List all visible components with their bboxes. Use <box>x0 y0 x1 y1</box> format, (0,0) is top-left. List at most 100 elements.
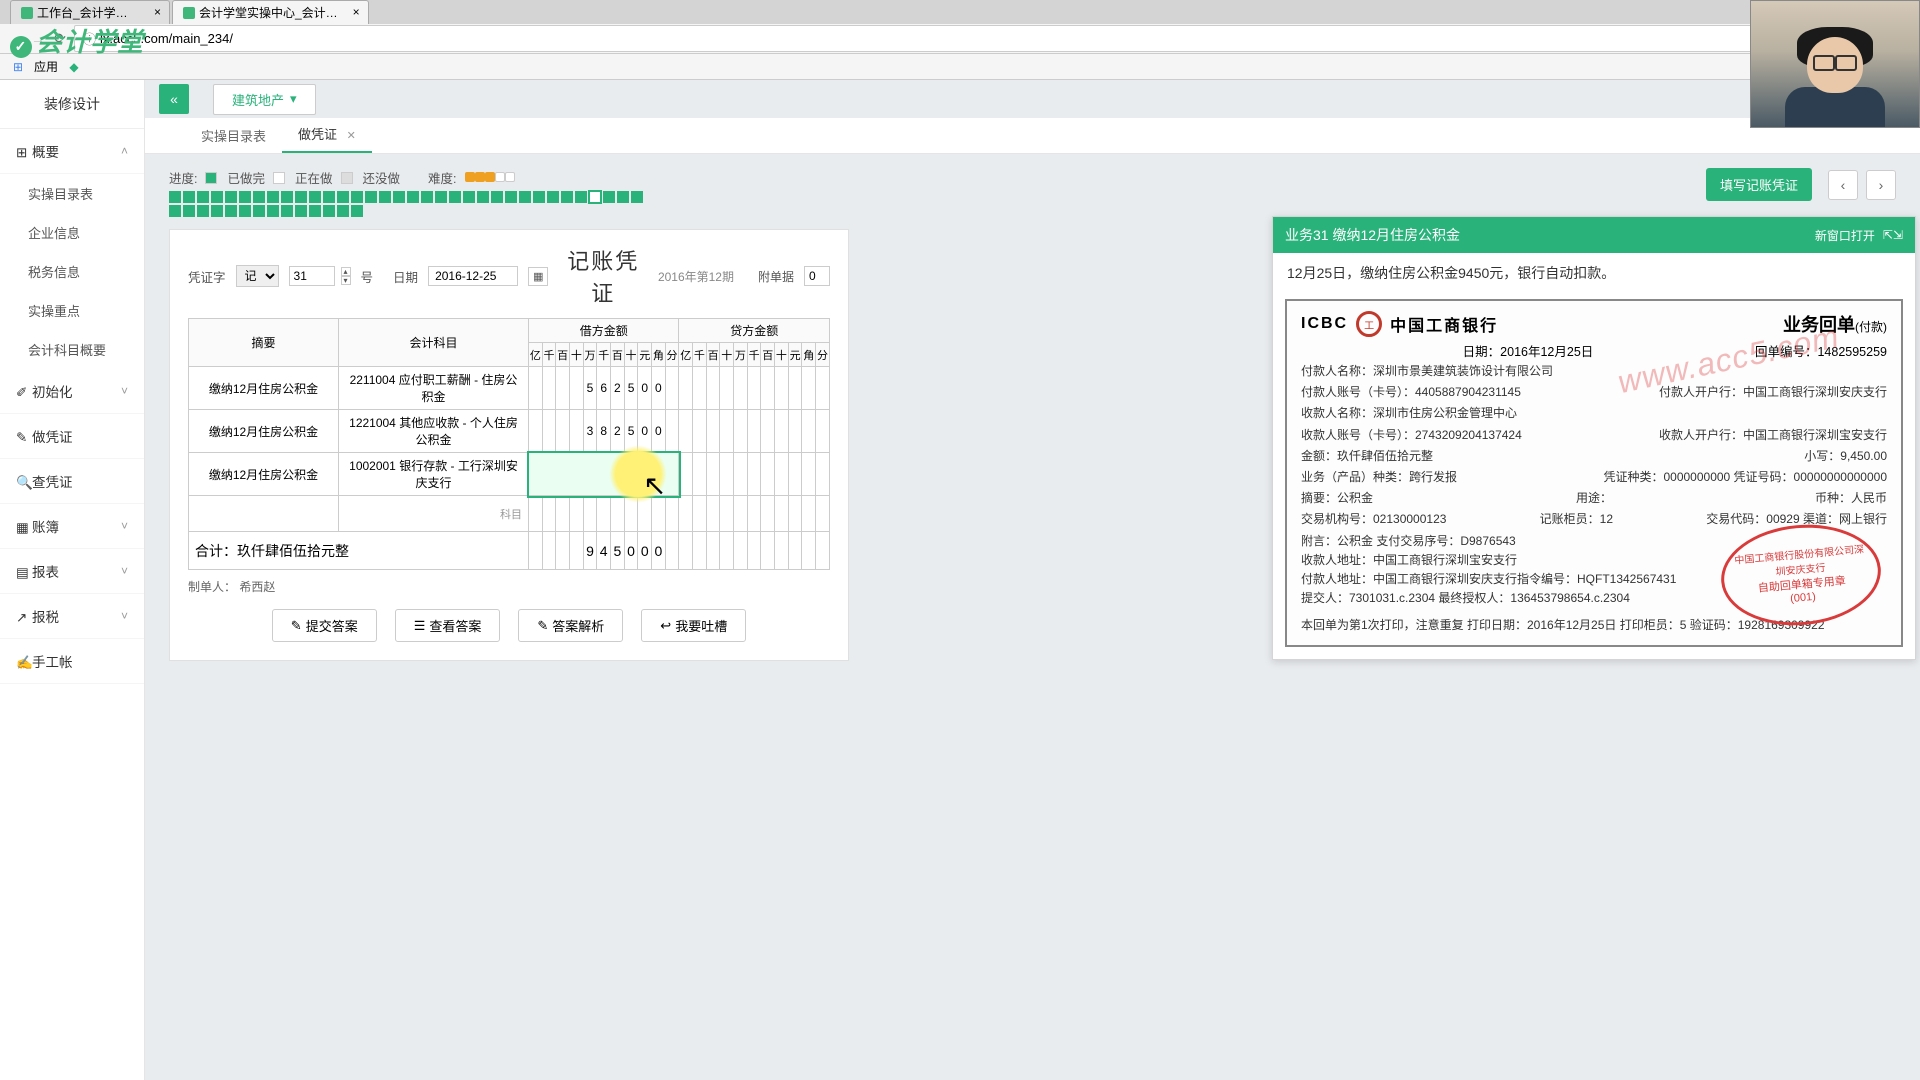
progress-square[interactable] <box>589 191 601 203</box>
digit-cell[interactable] <box>611 496 625 532</box>
digit-cell[interactable] <box>583 496 597 532</box>
digit-cell[interactable]: 0 <box>652 367 666 410</box>
digit-cell[interactable] <box>706 410 720 453</box>
account-cell[interactable]: 2211004 应付职工薪酬 - 住房公积金 <box>339 367 529 410</box>
progress-square[interactable] <box>561 191 573 203</box>
progress-square[interactable] <box>547 191 559 203</box>
sidebar-item-queryvoucher[interactable]: 🔍查凭证 <box>0 459 144 504</box>
digit-cell[interactable] <box>597 496 611 532</box>
digit-cell[interactable]: 2 <box>611 410 625 453</box>
digit-cell[interactable]: 5 <box>583 367 597 410</box>
digit-cell[interactable] <box>679 367 693 410</box>
digit-cell[interactable] <box>556 410 570 453</box>
digit-cell[interactable] <box>542 410 556 453</box>
digit-cell[interactable] <box>679 410 693 453</box>
progress-square[interactable] <box>309 191 321 203</box>
sidebar-sub-catalog[interactable]: 实操目录表 <box>0 174 144 213</box>
account-cell[interactable]: 1221004 其他应收款 - 个人住房公积金 <box>339 410 529 453</box>
progress-square[interactable] <box>295 205 307 217</box>
browser-tab-2[interactable]: 会计学堂实操中心_会计… × <box>172 0 369 24</box>
sidebar-item-makevoucher[interactable]: ✎做凭证 <box>0 414 144 459</box>
browser-tab-1[interactable]: 工作台_会计学… × <box>10 0 170 24</box>
progress-square[interactable] <box>169 191 181 203</box>
bookmark-item-icon[interactable]: ◆ <box>66 59 82 75</box>
digit-cell[interactable] <box>556 496 570 532</box>
digit-cell[interactable]: 5 <box>624 367 638 410</box>
progress-square[interactable] <box>169 205 181 217</box>
collapse-sidebar-button[interactable]: « <box>159 84 189 114</box>
digit-cell[interactable] <box>747 410 761 453</box>
progress-square[interactable] <box>603 191 615 203</box>
sidebar-item-manual[interactable]: ✍手工帐 <box>0 639 144 684</box>
digit-cell[interactable] <box>734 496 748 532</box>
progress-square[interactable] <box>225 205 237 217</box>
bookmark-apps[interactable]: 应用 <box>34 58 58 75</box>
progress-square[interactable] <box>421 191 433 203</box>
digit-cell[interactable] <box>761 496 775 532</box>
progress-square[interactable] <box>365 191 377 203</box>
progress-square[interactable] <box>519 191 531 203</box>
sidebar-sub-company[interactable]: 企业信息 <box>0 213 144 252</box>
fill-voucher-button[interactable]: 填写记账凭证 <box>1706 168 1812 201</box>
digit-cell[interactable] <box>775 367 789 410</box>
digit-cell[interactable] <box>761 367 775 410</box>
progress-square[interactable] <box>533 191 545 203</box>
sidebar-sub-tax[interactable]: 税务信息 <box>0 252 144 291</box>
digit-cell[interactable] <box>747 367 761 410</box>
digit-cell[interactable] <box>706 453 720 496</box>
digit-cell[interactable] <box>720 496 734 532</box>
progress-square[interactable] <box>323 205 335 217</box>
digit-cell[interactable] <box>693 453 707 496</box>
summary-cell[interactable]: 缴纳12月住房公积金 <box>189 453 339 496</box>
tab-catalog[interactable]: 实操目录表 <box>185 118 282 153</box>
digit-cell[interactable] <box>775 410 789 453</box>
apps-icon[interactable]: ⊞ <box>10 59 26 75</box>
sidebar-item-ledger[interactable]: ▦账簿 ˅ <box>0 504 144 549</box>
digit-cell[interactable] <box>706 496 720 532</box>
sidebar-item-report[interactable]: ▤报表 ˅ <box>0 549 144 594</box>
tab-voucher[interactable]: 做凭证 ✕ <box>282 116 372 153</box>
progress-square[interactable] <box>239 191 251 203</box>
progress-square[interactable] <box>225 191 237 203</box>
category-dropdown[interactable]: 建筑地产 ▾ <box>213 84 316 115</box>
digit-cell[interactable] <box>788 453 802 496</box>
digit-cell[interactable] <box>556 367 570 410</box>
progress-square[interactable] <box>253 191 265 203</box>
attach-input[interactable] <box>804 266 830 286</box>
digit-cell[interactable] <box>734 367 748 410</box>
num-spinner[interactable]: ▴▾ <box>341 267 351 285</box>
digit-cell[interactable] <box>570 496 584 532</box>
submit-answer-button[interactable]: ✎提交答案 <box>272 609 377 642</box>
digit-cell[interactable]: 3 <box>583 410 597 453</box>
progress-square[interactable] <box>337 205 349 217</box>
digit-cell[interactable] <box>816 367 830 410</box>
close-icon[interactable]: × <box>353 5 360 19</box>
digit-cell[interactable] <box>816 410 830 453</box>
voucher-num-input[interactable] <box>289 266 335 286</box>
digit-cell[interactable] <box>665 367 679 410</box>
progress-square[interactable] <box>351 205 363 217</box>
digit-cell[interactable] <box>679 453 693 496</box>
sidebar-sub-keypoints[interactable]: 实操重点 <box>0 291 144 330</box>
digit-cell[interactable] <box>775 453 789 496</box>
progress-square[interactable] <box>309 205 321 217</box>
expand-icon[interactable]: ⇱⇲ <box>1883 228 1903 242</box>
prev-button[interactable]: ‹ <box>1828 170 1858 200</box>
progress-square[interactable] <box>379 191 391 203</box>
digit-cell[interactable] <box>542 367 556 410</box>
digit-cell[interactable] <box>693 496 707 532</box>
progress-square[interactable] <box>197 205 209 217</box>
url-input[interactable]: ⓘ lx.acc5.com/main_234/ <box>74 25 1890 52</box>
digit-cell[interactable] <box>816 453 830 496</box>
digit-cell[interactable] <box>802 496 816 532</box>
digit-cell[interactable] <box>802 367 816 410</box>
progress-square[interactable] <box>505 191 517 203</box>
digit-cell[interactable] <box>816 496 830 532</box>
progress-square[interactable] <box>267 191 279 203</box>
progress-square[interactable] <box>183 205 195 217</box>
digit-cell[interactable] <box>693 410 707 453</box>
close-icon[interactable]: × <box>154 5 161 19</box>
digit-cell[interactable] <box>788 367 802 410</box>
progress-squares[interactable] <box>169 191 649 217</box>
answer-analysis-button[interactable]: ✎答案解析 <box>518 609 623 642</box>
